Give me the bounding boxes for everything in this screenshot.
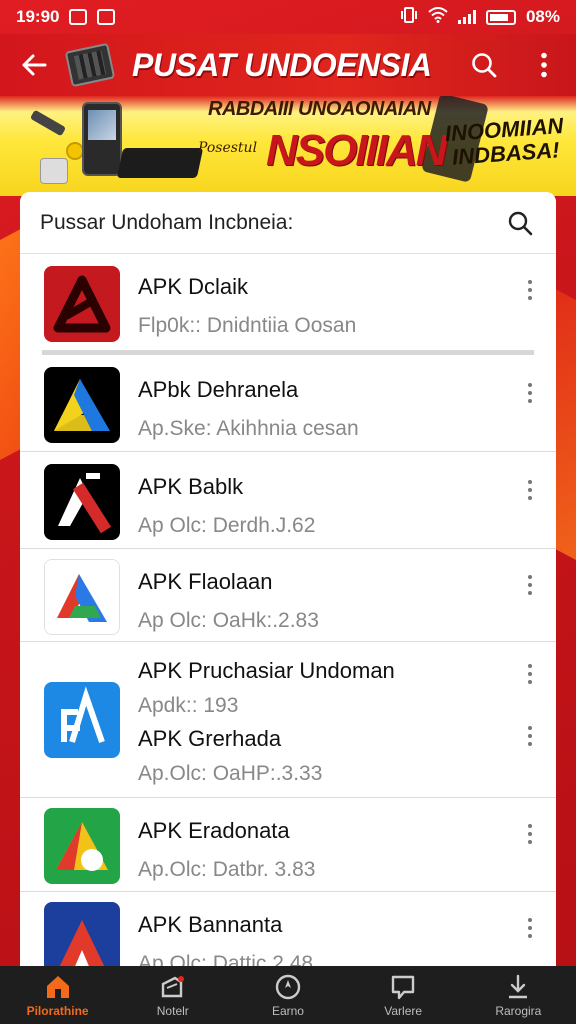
app-icon: [44, 682, 120, 758]
item-more-button[interactable]: [520, 820, 540, 848]
banner-right-text: INOOMIIAN INDBASA!: [444, 112, 565, 170]
bottom-navigation: Pilorathine Notelr Earno Varlere Rarogir…: [0, 966, 576, 1024]
item-subtitle: Ap Olc: OaHk:.2.83: [138, 609, 319, 632]
nav-explore[interactable]: Earno: [233, 972, 343, 1018]
app-logo: [64, 41, 120, 89]
nav-notifications-label: Notelr: [156, 1004, 189, 1018]
list-item[interactable]: APK Bablk Ap Olc: Derdh.J.62: [20, 452, 556, 549]
vibrate-icon: [400, 6, 418, 28]
search-icon: [472, 53, 497, 78]
app-icon: [44, 808, 120, 884]
more-vertical-icon: [541, 52, 547, 78]
status-right: 08%: [400, 6, 560, 28]
list-item[interactable]: APK Bannanta Ap Olc: Dattic 2.48: [20, 892, 556, 966]
wifi-icon: [428, 6, 448, 28]
list-item[interactable]: APK Pruchasiar Undoman Apdk:: 193 APK Gr…: [20, 642, 556, 798]
nav-downloads-label: Rarogira: [495, 1004, 542, 1018]
search-input[interactable]: Pussar Undoham Incbneia:: [40, 211, 502, 235]
status-bar: 19:90 08%: [0, 0, 576, 34]
app-icon: [44, 902, 120, 966]
message-icon: [388, 972, 418, 1002]
back-button[interactable]: [12, 43, 56, 87]
signal-icon: [457, 10, 476, 24]
nav-messages-label: Varlere: [384, 1004, 423, 1018]
nav-downloads[interactable]: Rarogira: [463, 972, 573, 1018]
item-subtitle: Ap Olc: Derdh.J.62: [138, 514, 316, 537]
item-more-button[interactable]: [520, 476, 540, 504]
item-subtitle: Ap.Ske: Akihhnia cesan: [138, 417, 359, 440]
search-field[interactable]: Pussar Undoham Incbneia:: [20, 192, 556, 254]
item-title: APK Flaolaan: [138, 569, 273, 594]
item-title: APbk Dehranela: [138, 377, 299, 402]
item-more-button[interactable]: [520, 914, 540, 942]
download-icon: [503, 972, 533, 1002]
battery-percent: 08%: [525, 7, 560, 26]
list-item[interactable]: APK Flaolaan Ap Olc: OaHk:.2.83: [20, 549, 556, 642]
item-title: APK Dclaik: [138, 274, 249, 299]
compass-icon: [273, 972, 303, 1002]
banner-big-text: NSOIIIAN: [266, 126, 448, 175]
search-submit-button[interactable]: [502, 205, 538, 241]
header-actions: [464, 45, 564, 85]
nav-home[interactable]: Pilorathine: [3, 972, 113, 1018]
notification-icon: [158, 972, 188, 1002]
notification-edit-icon: [69, 9, 88, 25]
app-icon: [44, 266, 120, 342]
content-card: Pussar Undoham Incbneia: APK Dclaik Flp0…: [20, 192, 556, 966]
banner-headline: RABDAIII UNOAONAIAN: [208, 98, 431, 120]
app-header: PUSAT UNDOENSIA: [0, 34, 576, 96]
item-more-button[interactable]: [520, 276, 540, 304]
item-title: APK Eradonata: [138, 818, 290, 843]
item-more-button[interactable]: [520, 571, 540, 599]
promo-banner[interactable]: RABDAIII UNOAONAIAN Posestul NSOIIIAN IN…: [0, 96, 576, 196]
list-item[interactable]: APK Eradonata Ap.Olc: Datbr. 3.83: [20, 798, 556, 892]
list-item[interactable]: APK Dclaik Flp0k:: Dnidntiia Oosan: [20, 254, 556, 348]
item-more-button[interactable]: [520, 379, 540, 407]
notification-app-icon: [97, 9, 116, 25]
item-subtitle: Flp0k:: Dnidntiia Oosan: [138, 314, 357, 337]
battery-icon: [485, 9, 516, 25]
arrow-left-icon: [22, 54, 47, 76]
item-more-button[interactable]: [520, 660, 540, 688]
item-title: APK Bablk: [138, 474, 244, 499]
item-subtitle: Apdk:: 193: [138, 694, 239, 717]
more-options-button[interactable]: [524, 45, 564, 85]
nav-home-label: Pilorathine: [26, 1004, 89, 1018]
item-subtitle: Ap Olc: Dattic 2.48: [138, 952, 314, 966]
item-title: APK Bannanta: [138, 912, 283, 937]
status-left: 19:90: [16, 7, 116, 27]
app-icon: [44, 464, 120, 540]
app-icon: [44, 367, 120, 443]
search-button[interactable]: [464, 45, 504, 85]
nav-messages[interactable]: Varlere: [348, 972, 458, 1018]
nav-explore-label: Earno: [271, 1004, 304, 1018]
app-title: PUSAT UNDOENSIA: [132, 46, 432, 83]
nav-notifications[interactable]: Notelr: [118, 972, 228, 1018]
list-item[interactable]: APbk Dehranela Ap.Ske: Akihhnia cesan: [20, 355, 556, 452]
item-title-secondary: APK Grerhada: [138, 726, 282, 751]
banner-small-text: Posestul: [198, 140, 258, 156]
item-subtitle: Ap.Olc: Datbr. 3.83: [138, 858, 316, 881]
home-icon: [43, 972, 73, 1002]
item-title: APK Pruchasiar Undoman: [138, 658, 395, 683]
status-time: 19:90: [16, 7, 60, 26]
search-icon: [508, 211, 533, 235]
item-more-button-secondary[interactable]: [520, 722, 540, 750]
item-subtitle-secondary: Ap.Olc: OaHP:.3.33: [138, 762, 323, 785]
banner-devices-image: [29, 98, 204, 194]
app-icon: [44, 559, 120, 635]
